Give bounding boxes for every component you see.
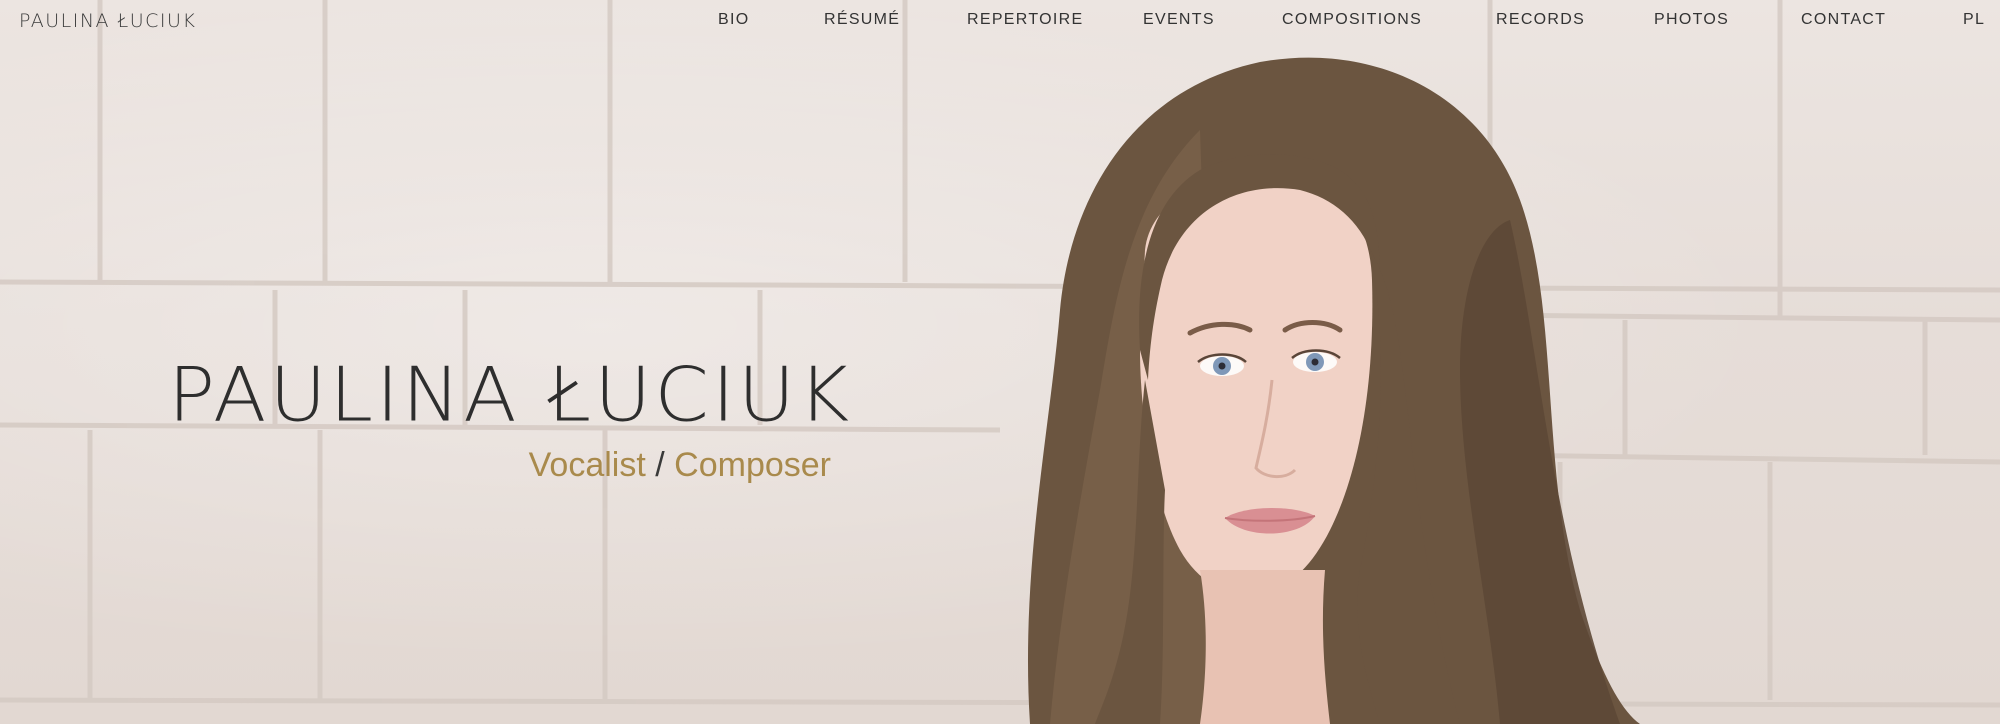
- role-separator: /: [645, 446, 675, 484]
- nav-item-resume[interactable]: RÉSUMÉ: [824, 11, 900, 29]
- nav-item-contact[interactable]: CONTACT: [1801, 11, 1886, 29]
- nav-item-events[interactable]: EVENTS: [1143, 11, 1215, 29]
- role-vocalist: Vocalist: [528, 446, 646, 484]
- nav-item-compositions[interactable]: COMPOSITIONS: [1282, 11, 1422, 29]
- portrait-photo: [1027, 57, 1640, 724]
- nav-item-records[interactable]: RECORDS: [1496, 11, 1585, 29]
- hero-title: PAULINA ŁUCIUK: [168, 352, 853, 439]
- nav-item-bio[interactable]: BIO: [718, 11, 749, 29]
- nav-item-photos[interactable]: PHOTOS: [1654, 11, 1729, 29]
- role-composer: Composer: [674, 446, 831, 484]
- site-logo[interactable]: PAULINA ŁUCIUK: [19, 10, 196, 32]
- nav-item-repertoire[interactable]: REPERTOIRE: [967, 11, 1083, 29]
- hero-subtitle: Vocalist / Composer: [529, 448, 831, 482]
- nav-item-language[interactable]: PL: [1963, 11, 1985, 29]
